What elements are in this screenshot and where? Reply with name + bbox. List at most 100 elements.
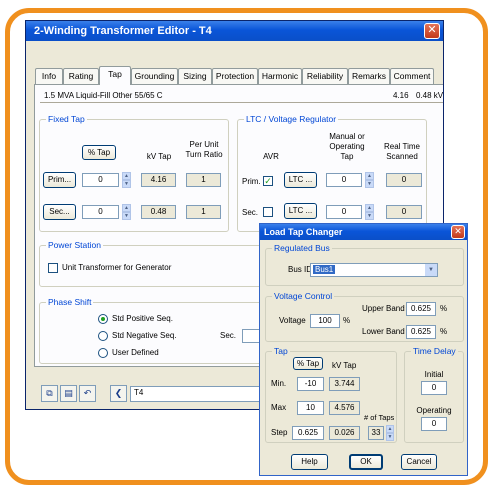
fixed-tap-title: Fixed Tap <box>46 114 87 124</box>
ltc-sec-button[interactable]: LTC ... <box>284 203 317 219</box>
num-taps-spinner[interactable]: ▲ ▼ <box>386 425 394 441</box>
ltc-realtime-header: Real Time Scanned <box>383 142 420 161</box>
ltc-sec-tap-input[interactable]: 0 <box>326 205 362 219</box>
fixed-pct-tap-button[interactable]: % Tap <box>82 145 116 160</box>
tab-remarks[interactable]: Remarks <box>348 68 390 84</box>
ltc-group: LTC / Voltage Regulator AVR Manual or Op… <box>237 114 427 232</box>
cancel-button[interactable]: Cancel <box>401 454 437 470</box>
std-negative-seq-radio[interactable] <box>98 331 108 341</box>
tab-harmonic[interactable]: Harmonic <box>258 68 302 84</box>
fixed-prim-button[interactable]: Prim... <box>43 172 76 188</box>
ltc-prim-tap-spinner[interactable]: ▲ ▼ <box>365 172 374 188</box>
ltc-sec-avr-checkbox[interactable] <box>263 207 273 217</box>
ltc-prim-button[interactable]: LTC ... <box>284 172 317 188</box>
spin-down-icon[interactable]: ▼ <box>365 180 374 188</box>
editor-title-bar[interactable]: 2-Winding Transformer Editor - T4 <box>26 21 443 41</box>
spin-down-icon[interactable]: ▼ <box>122 212 131 220</box>
editor-close-button[interactable]: ✕ <box>424 23 440 39</box>
fixed-prim-kv-value: 4.16 <box>141 173 176 187</box>
ltc-title: LTC / Voltage Regulator <box>244 114 339 124</box>
voltage-input[interactable]: 100 <box>310 314 340 328</box>
ltc-tap-title: Tap <box>272 346 290 356</box>
lower-band-unit: % <box>440 327 448 336</box>
paste-icon[interactable]: ▤ <box>60 385 77 402</box>
tab-protection[interactable]: Protection <box>212 68 258 84</box>
checkmark-icon: ✓ <box>264 176 272 186</box>
ltc-sec-tap-spinner[interactable]: ▲ ▼ <box>365 204 374 220</box>
ltc-dialog-title: Load Tap Changer <box>264 227 343 237</box>
phase-shift-sec-label: Sec. <box>220 331 237 340</box>
regulated-bus-group: Regulated Bus Bus ID Bus1 ▼ <box>265 243 464 286</box>
tab-grounding[interactable]: Grounding <box>131 68 178 84</box>
spin-up-icon[interactable]: ▲ <box>386 425 394 433</box>
spin-down-icon[interactable]: ▼ <box>386 433 394 441</box>
tap-min-pct-input[interactable]: -10 <box>297 377 324 391</box>
tap-max-pct-input[interactable]: 10 <box>297 401 324 415</box>
spin-up-icon[interactable]: ▲ <box>365 172 374 180</box>
ltc-prim-avr-checkbox[interactable]: ✓ <box>263 176 273 186</box>
tab-sizing[interactable]: Sizing <box>178 68 212 84</box>
bus-id-select[interactable]: Bus1 ▼ <box>310 263 438 277</box>
user-defined-label: User Defined <box>112 348 159 357</box>
fixed-ratio-header: Per Unit Turn Ratio <box>185 140 223 159</box>
num-taps-label: # of Taps <box>364 413 395 422</box>
spin-up-icon[interactable]: ▲ <box>365 204 374 212</box>
std-positive-seq-label: Std Positive Seq. <box>112 314 173 323</box>
voltage-unit: % <box>343 316 351 325</box>
spin-down-icon[interactable]: ▼ <box>122 180 131 188</box>
tap-step-label: Step <box>271 428 288 437</box>
spin-down-icon[interactable]: ▼ <box>365 212 374 220</box>
time-delay-title: Time Delay <box>411 346 458 356</box>
rating-summary-text: 1.5 MVA Liquid-Fill Other 55/65 C <box>44 91 163 100</box>
fixed-sec-pct-input[interactable]: 0 <box>82 205 119 219</box>
fixed-prim-pct-spinner[interactable]: ▲ ▼ <box>122 172 131 188</box>
fixed-sec-pct-spinner[interactable]: ▲ ▼ <box>122 204 131 220</box>
ltc-prim-label: Prim. <box>242 177 261 186</box>
close-icon: ✕ <box>454 226 462 236</box>
undo-icon[interactable]: ↶ <box>79 385 96 402</box>
tap-max-kv-value: 4.576 <box>329 401 360 415</box>
fixed-prim-ratio-value: 1 <box>186 173 221 187</box>
voltage-control-title: Voltage Control <box>272 291 335 301</box>
tab-tap[interactable]: Tap <box>99 66 131 85</box>
tap-step-pct-input[interactable]: 0.625 <box>292 426 324 440</box>
std-positive-seq-radio[interactable] <box>98 314 108 324</box>
upper-band-input[interactable]: 0.625 <box>406 302 436 316</box>
fixed-sec-button[interactable]: Sec... <box>43 204 76 220</box>
tab-comment[interactable]: Comment <box>390 68 434 84</box>
std-negative-seq-label: Std Negative Seq. <box>112 331 177 340</box>
operating-delay-input[interactable]: 0 <box>421 417 447 431</box>
help-button[interactable]: Help <box>291 454 328 470</box>
tab-info[interactable]: Info <box>35 68 63 84</box>
previous-element-icon[interactable]: ❮ <box>110 385 127 402</box>
spin-up-icon[interactable]: ▲ <box>122 172 131 180</box>
chevron-down-icon[interactable]: ▼ <box>425 264 437 276</box>
fixed-tap-group: Fixed Tap % Tap kV Tap Per Unit Turn Rat… <box>39 114 229 232</box>
tap-min-label: Min. <box>271 379 287 388</box>
copy-icon[interactable]: ⧉ <box>41 385 58 402</box>
rating-summary-bar: 1.5 MVA Liquid-Fill Other 55/65 C 4.16 0… <box>40 90 443 103</box>
bus-id-label: Bus ID <box>288 265 313 274</box>
initial-label: Initial <box>424 370 444 379</box>
ltc-tap-group: Tap % Tap kV Tap Min. -10 3.744 Max 10 4… <box>265 346 397 443</box>
unit-transformer-checkbox[interactable] <box>48 263 58 273</box>
tap-min-kv-value: 3.744 <box>329 377 360 391</box>
ok-button[interactable]: OK <box>349 454 383 470</box>
operating-label: Operating <box>416 406 452 415</box>
initial-delay-input[interactable]: 0 <box>421 381 447 395</box>
tap-max-label: Max <box>271 403 287 412</box>
ltc-prim-tap-input[interactable]: 0 <box>326 173 362 187</box>
phase-shift-title: Phase Shift <box>46 297 94 307</box>
tab-rating[interactable]: Rating <box>63 68 99 84</box>
ltc-pct-tap-button[interactable]: % Tap <box>293 357 323 370</box>
lower-band-input[interactable]: 0.625 <box>406 325 436 339</box>
ltc-dialog-title-bar[interactable]: Load Tap Changer <box>260 224 467 240</box>
fixed-prim-pct-input[interactable]: 0 <box>82 173 119 187</box>
ltc-dialog-close-button[interactable]: ✕ <box>451 225 465 239</box>
ltc-sec-label: Sec. <box>242 208 259 217</box>
ltc-kv-tap-header: kV Tap <box>332 361 357 370</box>
spin-up-icon[interactable]: ▲ <box>122 204 131 212</box>
tab-reliability[interactable]: Reliability <box>302 68 348 84</box>
ltc-manual-header: Manual or Operating Tap <box>329 132 365 161</box>
user-defined-radio[interactable] <box>98 348 108 358</box>
